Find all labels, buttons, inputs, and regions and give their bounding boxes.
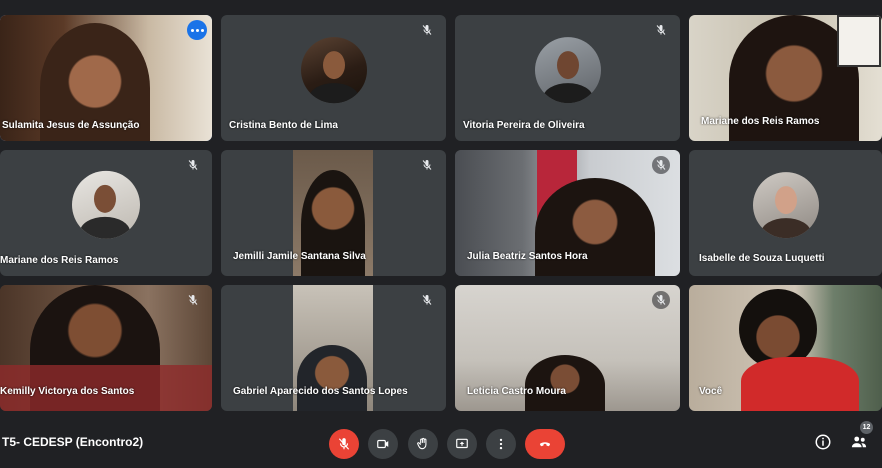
avatar — [752, 172, 819, 239]
participant-name: Vitoria Pereira de Oliveira — [463, 120, 585, 131]
leave-call-button[interactable] — [525, 429, 565, 459]
participant-tile[interactable]: Mariane dos Reis Ramos — [689, 15, 882, 141]
participant-grid: Sulamita Jesus de Assunção Cristina Bent… — [0, 0, 882, 420]
mic-off-icon — [418, 156, 436, 174]
hangup-icon — [539, 442, 551, 447]
mic-off-icon — [184, 156, 202, 174]
mic-off-icon — [652, 291, 670, 309]
camera-toggle-button[interactable] — [368, 429, 398, 459]
mic-toggle-button[interactable] — [329, 429, 359, 459]
meeting-title: T5- CEDESP (Encontro2) — [2, 435, 144, 449]
participant-name: Cristina Bento de Lima — [229, 120, 338, 131]
present-screen-button[interactable] — [447, 429, 477, 459]
participant-tile[interactable]: Leticia Castro Moura — [455, 285, 680, 411]
avatar — [300, 37, 367, 104]
participant-tile[interactable]: Mariane dos Reis Ramos — [0, 150, 212, 276]
more-options-button[interactable] — [187, 20, 207, 40]
participant-name: Isabelle de Souza Luquetti — [699, 253, 825, 264]
avatar — [72, 170, 140, 239]
avatar — [534, 37, 601, 104]
mic-off-icon — [418, 291, 436, 309]
participant-name: Mariane dos Reis Ramos — [0, 255, 119, 266]
participant-tile[interactable]: Julia Beatriz Santos Hora — [455, 150, 680, 276]
participant-name: Gabriel Aparecido dos Santos Lopes — [233, 386, 408, 397]
participant-tile[interactable]: Sulamita Jesus de Assunção — [0, 15, 212, 141]
participant-tile[interactable]: Você — [689, 285, 882, 411]
meeting-info-button[interactable] — [812, 431, 834, 453]
participant-tile[interactable]: Kemilly Victorya dos Santos — [0, 285, 212, 411]
people-button[interactable] — [848, 431, 870, 453]
participant-tile[interactable]: Gabriel Aparecido dos Santos Lopes — [221, 285, 446, 411]
participant-name: Leticia Castro Moura — [467, 386, 566, 397]
mic-off-icon — [184, 291, 202, 309]
mic-off-icon — [652, 156, 670, 174]
mic-off-icon — [338, 438, 350, 450]
participant-name: Mariane dos Reis Ramos — [701, 116, 820, 127]
meeting-controls-bar: T5- CEDESP (Encontro2) — [0, 420, 882, 468]
raise-hand-button[interactable] — [408, 429, 438, 459]
participant-tile[interactable]: Vitoria Pereira de Oliveira — [455, 15, 680, 141]
hand-icon — [417, 437, 427, 450]
present-screen-icon — [456, 438, 468, 449]
more-options-button[interactable] — [486, 429, 516, 459]
participant-tile[interactable]: Jemilli Jamile Santana Silva — [221, 150, 446, 276]
participant-name: Sulamita Jesus de Assunção — [2, 120, 140, 131]
mic-off-icon — [418, 21, 436, 39]
info-icon — [815, 434, 831, 450]
people-icon — [851, 436, 867, 448]
participant-name: Julia Beatriz Santos Hora — [467, 251, 588, 262]
participant-name: Kemilly Victorya dos Santos — [0, 386, 135, 397]
participant-name: Você — [699, 386, 723, 397]
participant-name: Jemilli Jamile Santana Silva — [233, 251, 366, 262]
more-vert-icon — [499, 438, 503, 450]
camera-icon — [377, 439, 389, 449]
participant-tile[interactable]: Isabelle de Souza Luquetti — [689, 150, 882, 276]
mic-off-icon — [652, 21, 670, 39]
participant-count-badge: 12 — [860, 421, 873, 434]
participant-tile[interactable]: Cristina Bento de Lima — [221, 15, 446, 141]
